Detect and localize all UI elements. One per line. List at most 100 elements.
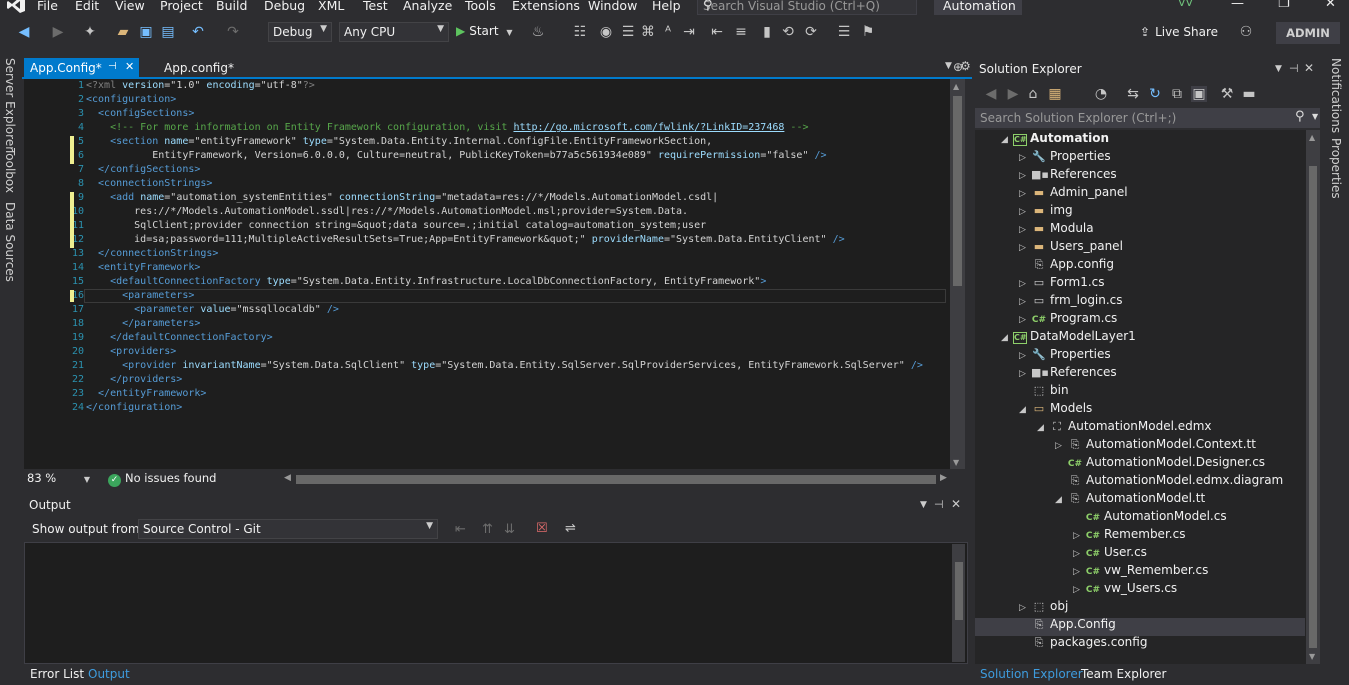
tree-item[interactable]: ⎘ App.Config xyxy=(1019,617,1116,635)
close-panel-icon[interactable]: ✕ xyxy=(951,497,961,511)
properties-tab[interactable]: Properties xyxy=(1329,138,1343,199)
open-file-icon[interactable]: ▰ xyxy=(115,24,131,40)
live-share-button[interactable]: ⇪ Live Share xyxy=(1140,25,1218,39)
comment-link[interactable]: http://go.microsoft.com/fwlink/?LinkID=2… xyxy=(513,122,784,133)
editor-scroll-thumb[interactable] xyxy=(953,96,962,286)
tree-item[interactable]: ▷ ▬ Users_panel xyxy=(1019,239,1123,257)
switch-views-icon[interactable]: ▦ xyxy=(1047,86,1063,102)
collapsed-arrow-icon[interactable]: ▷ xyxy=(1073,585,1085,595)
tab-output[interactable]: Output xyxy=(88,667,130,681)
collapsed-arrow-icon[interactable]: ▷ xyxy=(1073,567,1085,577)
format-icon[interactable]: ☰ xyxy=(620,24,636,40)
menu-xml[interactable]: XML xyxy=(318,0,344,13)
collapsed-arrow-icon[interactable]: ▷ xyxy=(1019,369,1031,379)
collapsed-arrow-icon[interactable]: ▷ xyxy=(1019,351,1031,361)
collapse-all-icon[interactable]: ⧉ xyxy=(1169,86,1185,102)
forward-icon[interactable]: ▶ xyxy=(50,24,66,40)
tab-solution-explorer[interactable]: Solution Explorer xyxy=(980,667,1083,681)
zoom-dropdown[interactable]: 83 % ▼ xyxy=(27,471,90,485)
tree-item[interactable]: ▷ ▭ Form1.cs xyxy=(1019,275,1105,293)
collapsed-arrow-icon[interactable]: ▷ xyxy=(1019,297,1031,307)
solution-explorer-scroll-thumb[interactable] xyxy=(1309,166,1317,648)
user-avatar[interactable]: VV xyxy=(1178,0,1196,12)
tab-error-list[interactable]: Error List xyxy=(30,667,84,681)
uncomment-icon[interactable]: ᴬ xyxy=(660,24,676,40)
menu-tools[interactable]: Tools xyxy=(465,0,496,13)
properties-wrench-icon[interactable]: ⚒ xyxy=(1219,86,1235,102)
editor-horizontal-scroll-thumb[interactable] xyxy=(296,475,936,484)
find-message-icon[interactable]: ⇤ xyxy=(455,522,466,537)
menu-view[interactable]: View xyxy=(115,0,145,13)
align-icon[interactable]: ☰ xyxy=(836,24,852,40)
collapsed-arrow-icon[interactable]: ▷ xyxy=(1073,549,1085,559)
tree-item[interactable]: ◢ C# Automation xyxy=(1001,131,1109,149)
tree-item[interactable]: C# AutomationModel.Designer.cs xyxy=(1055,455,1265,473)
notifications-tab[interactable]: Notifications xyxy=(1329,58,1343,133)
collapsed-arrow-icon[interactable]: ▷ xyxy=(1019,171,1031,181)
tree-item[interactable]: ⎘ App.config xyxy=(1019,257,1114,275)
close-tab-icon[interactable]: ✕ xyxy=(125,60,134,73)
pin-icon[interactable]: ⊣ xyxy=(1289,62,1299,75)
scroll-up-icon[interactable]: ▲ xyxy=(1309,133,1315,142)
collapsed-arrow-icon[interactable]: ▷ xyxy=(1019,603,1031,613)
flag-icon[interactable]: ⚑ xyxy=(860,24,876,40)
show-all-files-icon[interactable]: ▣ xyxy=(1191,86,1207,102)
next-message-icon[interactable]: ⇊ xyxy=(504,522,515,537)
collapsed-arrow-icon[interactable]: ▷ xyxy=(1019,315,1031,325)
data-sources-tab[interactable]: Data Sources xyxy=(3,202,17,282)
clear-all-icon[interactable]: ☒ xyxy=(536,521,548,536)
prev-bookmark-icon[interactable]: ⟲ xyxy=(780,24,796,40)
tree-item[interactable]: ▷ ■▪References xyxy=(1019,167,1117,185)
home-icon[interactable]: ⌂ xyxy=(1025,86,1041,102)
toolbox-tab[interactable]: Toolbox xyxy=(3,148,17,193)
tree-item[interactable]: ▷ ▬ Modula xyxy=(1019,221,1094,239)
browse-icon[interactable]: ◉ xyxy=(598,24,614,40)
minimize-icon[interactable]: — xyxy=(1231,0,1244,11)
tab-app-config-active[interactable]: App.Config* ⊣ ✕ xyxy=(24,58,139,78)
indent-icon[interactable]: ⇥ xyxy=(681,24,697,40)
solution-explorer-search[interactable]: Search Solution Explorer (Ctrl+;) ⚲ ▼ xyxy=(975,108,1320,128)
chevron-down-icon[interactable]: ▼ xyxy=(1275,64,1282,74)
word-wrap-icon[interactable]: ⇌ xyxy=(565,521,576,536)
preview-icon[interactable]: ▬ xyxy=(1241,86,1257,102)
tree-item[interactable]: ⎘ packages.config xyxy=(1019,635,1148,653)
collapsed-arrow-icon[interactable]: ▷ xyxy=(1019,207,1031,217)
pin-icon[interactable]: ⊣ xyxy=(108,61,117,72)
collapsed-arrow-icon[interactable]: ▷ xyxy=(1055,441,1067,451)
tab-team-explorer[interactable]: Team Explorer xyxy=(1081,667,1167,681)
tree-item[interactable]: ▷ C# Program.cs xyxy=(1019,311,1117,329)
step-icon[interactable]: ☷ xyxy=(572,24,588,40)
collapsed-arrow-icon[interactable]: ▷ xyxy=(1019,243,1031,253)
tree-item[interactable]: ▷ ▭ frm_login.cs xyxy=(1019,293,1123,311)
menu-build[interactable]: Build xyxy=(216,0,247,13)
tree-item[interactable]: ▷ 🔧 Properties xyxy=(1019,149,1111,167)
menu-debug[interactable]: Debug xyxy=(264,0,305,13)
menu-help[interactable]: Help xyxy=(652,0,681,13)
tree-item[interactable]: ◢ ▭ Models xyxy=(1019,401,1092,419)
forward-icon[interactable]: ▶ xyxy=(1005,86,1021,102)
tab-list-dropdown-icon[interactable]: ▼ xyxy=(945,61,952,71)
back-icon[interactable]: ◀ xyxy=(16,24,32,40)
scroll-left-icon[interactable]: ◀ xyxy=(284,473,291,483)
solution-platform-dropdown[interactable]: Any CPU ▼ xyxy=(339,22,449,42)
expanded-arrow-icon[interactable]: ◢ xyxy=(1001,333,1013,343)
collapsed-arrow-icon[interactable]: ▷ xyxy=(1019,153,1031,163)
outdent-icon[interactable]: ⇤ xyxy=(709,24,725,40)
menu-project[interactable]: Project xyxy=(160,0,203,13)
expanded-arrow-icon[interactable]: ◢ xyxy=(1001,135,1013,145)
expanded-arrow-icon[interactable]: ◢ xyxy=(1055,495,1067,505)
tree-item[interactable]: ⎘ AutomationModel.edmx.diagram xyxy=(1055,473,1284,491)
expanded-arrow-icon[interactable]: ◢ xyxy=(1037,423,1049,433)
maximize-icon[interactable]: ❐ xyxy=(1278,0,1290,11)
tree-item[interactable]: ▷ C# vw_Users.cs xyxy=(1073,581,1177,599)
save-icon[interactable]: ▣ xyxy=(138,24,154,40)
new-project-icon[interactable]: ✦ xyxy=(82,24,98,40)
next-bookmark-icon[interactable]: ⟳ xyxy=(803,24,819,40)
server-explorer-tab[interactable]: Server Explorer xyxy=(3,58,17,151)
tree-item[interactable]: ◢ ⎘ AutomationModel.tt xyxy=(1055,491,1205,509)
menu-file[interactable]: File xyxy=(37,0,58,13)
output-text-area[interactable] xyxy=(24,542,968,664)
bookmark-icon[interactable]: ▮ xyxy=(759,24,775,40)
tree-item[interactable]: ▷ ▬ Admin_panel xyxy=(1019,185,1128,203)
menu-test[interactable]: Test xyxy=(363,0,388,13)
